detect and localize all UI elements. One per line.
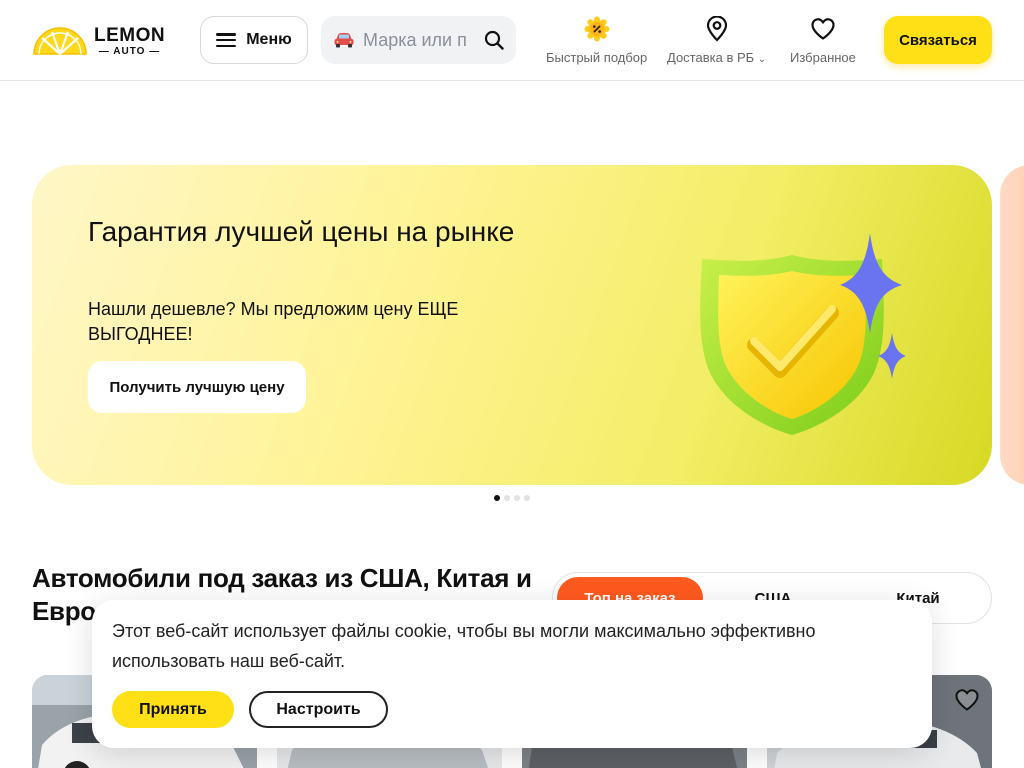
carousel-dots — [494, 495, 530, 501]
nav-quick-label: Быстрый подбор — [546, 50, 648, 65]
cookie-message: Этот веб-сайт использует файлы cookie, ч… — [112, 621, 816, 671]
percent-badge-icon — [584, 16, 610, 42]
map-pin-icon — [704, 16, 730, 42]
accept-button[interactable]: Принять — [112, 691, 234, 728]
hamburger-icon — [216, 33, 237, 47]
search-icon[interactable] — [484, 30, 504, 50]
carousel-dot[interactable] — [514, 495, 520, 501]
nav-quick-selection[interactable]: Быстрый подбор — [546, 16, 647, 65]
banner-title: Гарантия лучшей цены на рынке — [88, 216, 515, 247]
nav-delivery[interactable]: Доставка в РБ ⌄ — [667, 16, 766, 65]
contact-button[interactable]: Связаться — [884, 16, 992, 64]
car-icon — [334, 33, 354, 48]
logo[interactable]: LEMON — AUTO — — [32, 24, 172, 58]
nav-favorites-label: Избранное — [790, 50, 856, 65]
menu-button[interactable]: Меню — [200, 16, 308, 64]
carousel-dot[interactable] — [494, 495, 500, 501]
carousel-dot[interactable] — [504, 495, 510, 501]
banner-subtitle: Нашли дешевле? Мы предложим цену ЕЩЕ ВЫГ… — [88, 299, 459, 344]
chevron-down-icon: ⌄ — [757, 54, 767, 65]
logo-title: LEMON — [94, 24, 166, 46]
cookie-consent: Этот веб-сайт использует файлы cookie, ч… — [92, 600, 932, 748]
carousel-dot[interactable] — [524, 495, 530, 501]
next-banner-preview[interactable] — [1000, 165, 1024, 485]
heart-icon — [810, 16, 836, 42]
search-input[interactable] — [363, 29, 471, 51]
shield-check-icon — [700, 233, 906, 435]
page: LEMON — AUTO — Меню Марка или п Быстрый … — [0, 0, 1024, 768]
configure-button[interactable]: Настроить — [249, 691, 388, 728]
heart-icon[interactable] — [954, 687, 980, 713]
search-box[interactable] — [321, 16, 516, 64]
logo-subtitle: — AUTO — — [98, 45, 161, 57]
site-header: LEMON — AUTO — Меню Марка или п Быстрый … — [0, 0, 1024, 81]
promo-banner[interactable]: Гарантия лучшей цены на рынке Нашли деше… — [32, 165, 992, 485]
nav-favorites[interactable]: Избранное — [790, 16, 856, 65]
menu-label: Меню — [246, 31, 292, 48]
best-price-button[interactable]: Получить лучшую цену — [88, 361, 306, 413]
nav-delivery-label: Доставка в РБ ⌄ — [667, 50, 767, 65]
lemon-logo-icon — [33, 27, 87, 55]
